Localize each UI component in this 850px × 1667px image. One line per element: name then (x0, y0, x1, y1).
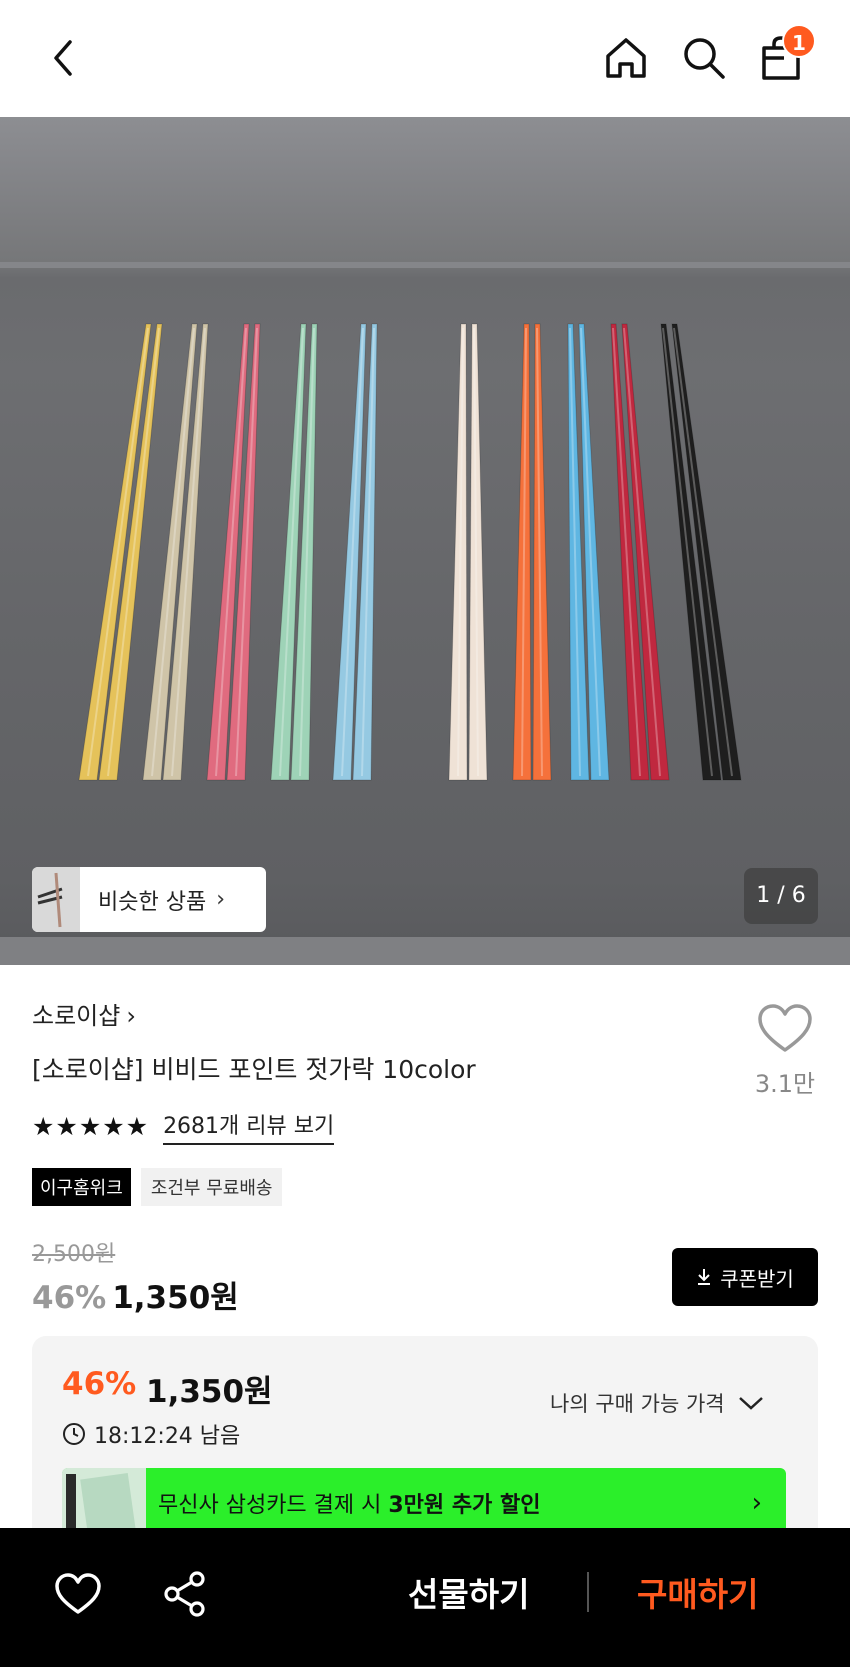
coupon-label: 쿠폰받기 (720, 1266, 794, 1291)
buy-button[interactable]: 구매하기 (637, 1568, 758, 1616)
chevron-right-icon: › (751, 1488, 762, 1518)
my-price-label: 나의 구매 가능 가격 (550, 1392, 725, 1416)
chopstick-pair (206, 323, 261, 781)
sale-price: 1,350원 (112, 1280, 239, 1316)
share-icon[interactable] (162, 1570, 208, 1618)
divider (587, 1572, 589, 1612)
chevron-right-icon: › (126, 1002, 136, 1030)
brand-name: 소로이샵 (32, 1002, 121, 1030)
shipping-tag: 조건부 무료배송 (140, 1168, 283, 1206)
product-image-carousel[interactable]: 비슷한 상품 › 1 / 6 (0, 117, 850, 965)
chopstick-pair (567, 323, 610, 781)
tag-list: 이구홈위크 조건부 무료배송 (32, 1168, 283, 1206)
wishlist-heart-icon[interactable] (54, 1572, 102, 1616)
star-rating-icon: ★★★★★ (32, 1112, 150, 1141)
back-chevron-icon[interactable] (44, 36, 84, 80)
top-nav-bar: 1 (0, 0, 850, 117)
brand-link[interactable]: 소로이샵 › (32, 996, 136, 1031)
my-price-toggle[interactable]: 나의 구매 가능 가격 (550, 1388, 765, 1418)
cart-count-badge: 1 (782, 24, 816, 58)
chopstick-pair (512, 323, 552, 781)
chopstick-pair (78, 323, 163, 781)
download-icon (698, 1269, 711, 1285)
similar-products-label: 비슷한 상품 (98, 889, 207, 915)
box-price: 1,350원 (146, 1374, 273, 1410)
search-icon[interactable] (680, 34, 728, 82)
like-count: 3.1만 (754, 1070, 816, 1098)
coupon-download-button[interactable]: 쿠폰받기 (672, 1248, 818, 1306)
chopstick-pair (448, 323, 488, 781)
similar-products-button[interactable]: 비슷한 상품 › (32, 867, 266, 932)
original-price: 2,500원 (32, 1242, 116, 1267)
product-title: [소로이샵] 비비드 포인트 젓가락 10color (32, 1055, 476, 1084)
sale-price-row: 46% 1,350원 (32, 1272, 239, 1317)
chevron-right-icon: › (216, 887, 226, 912)
chopstick-pair (660, 323, 742, 781)
discount-percent: 46% (32, 1280, 107, 1316)
event-tag: 이구홈위크 (32, 1168, 131, 1206)
review-link[interactable]: 2681개 리뷰 보기 (163, 1108, 335, 1145)
bottom-action-bar: 선물하기 구매하기 (0, 1528, 850, 1667)
rating-row: ★★★★★ 2681개 리뷰 보기 (32, 1108, 335, 1145)
like-heart-icon[interactable] (756, 1002, 814, 1054)
gift-button[interactable]: 선물하기 (408, 1568, 529, 1616)
chopstick-pair (332, 323, 378, 781)
home-icon[interactable] (602, 34, 650, 82)
similar-product-thumbnail (32, 867, 80, 932)
time-remaining: 18:12:24 남음 (62, 1418, 240, 1450)
chopstick-pair (610, 323, 670, 781)
image-counter: 1 / 6 (744, 868, 818, 924)
chevron-down-icon (738, 1397, 763, 1410)
chopstick-pair (270, 323, 318, 781)
chopsticks-photo (78, 323, 742, 781)
tray-bottom-edge (0, 937, 850, 965)
box-discount-percent: 46% (62, 1366, 137, 1402)
timer-text: 18:12:24 남음 (94, 1424, 241, 1449)
promo-text: 무신사 삼성카드 결제 시 3만원 추가 할인 (158, 1493, 541, 1518)
clock-icon (63, 1423, 85, 1445)
